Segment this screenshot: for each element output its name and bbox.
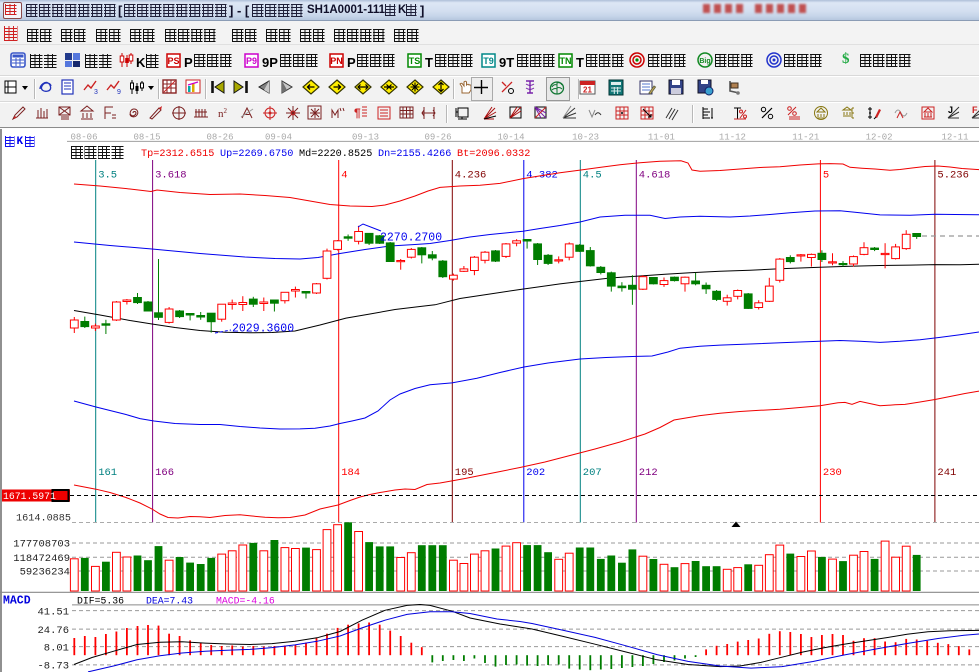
svg-text:P9: P9 [246, 56, 257, 66]
svg-text:TS: TS [409, 56, 421, 66]
svg-text:212: 212 [639, 467, 658, 479]
svg-text:T9: T9 [483, 56, 494, 66]
svg-text:161: 161 [98, 467, 117, 479]
svg-text:Md=2220.8525: Md=2220.8525 [299, 148, 372, 160]
svg-text:Bt=2096.0332: Bt=2096.0332 [457, 149, 530, 160]
svg-text:n2: n2 [218, 107, 228, 120]
svg-text:5: 5 [823, 170, 829, 182]
svg-text:21: 21 [583, 86, 592, 95]
svg-text:184: 184 [341, 467, 360, 479]
svg-text:5.236: 5.236 [937, 170, 969, 182]
svg-text:241: 241 [937, 467, 956, 479]
svg-text:Tp=2312.6515: Tp=2312.6515 [141, 149, 214, 160]
svg-text:PS: PS [167, 56, 179, 66]
svg-text:¶: ¶ [354, 106, 361, 120]
svg-text:41.51: 41.51 [37, 606, 69, 618]
svg-text:Up=2269.6750: Up=2269.6750 [220, 149, 293, 160]
svg-text:3.618: 3.618 [155, 170, 187, 182]
svg-text:F: F [972, 105, 978, 115]
svg-text:4.236: 4.236 [455, 170, 487, 182]
svg-text:4.5: 4.5 [583, 170, 602, 182]
svg-text:230: 230 [823, 467, 842, 479]
svg-text:3: 3 [94, 89, 98, 95]
svg-text:207: 207 [583, 467, 602, 479]
svg-text:1671.5971: 1671.5971 [3, 491, 56, 502]
svg-text:2270.2700: 2270.2700 [380, 232, 442, 245]
svg-text:Big: Big [699, 58, 710, 65]
svg-text:8.01: 8.01 [44, 642, 69, 654]
svg-text:177708703: 177708703 [13, 539, 70, 551]
svg-text:Dn=2155.4266: Dn=2155.4266 [378, 149, 451, 160]
svg-text:118472469: 118472469 [13, 553, 70, 565]
svg-text:4.618: 4.618 [639, 170, 671, 182]
svg-text:202: 202 [526, 467, 545, 479]
svg-text:2029.3600: 2029.3600 [232, 323, 294, 336]
svg-text:1614.0885: 1614.0885 [16, 514, 71, 525]
svg-text:4: 4 [341, 170, 347, 182]
svg-text:PN: PN [330, 56, 343, 66]
svg-text:9: 9 [117, 89, 121, 95]
svg-text:J: J [948, 105, 953, 115]
svg-text:3.5: 3.5 [98, 170, 117, 182]
svg-text:166: 166 [155, 467, 174, 479]
svg-text:MACD: MACD [3, 595, 31, 608]
svg-text:TN: TN [560, 56, 572, 66]
svg-text:24.76: 24.76 [37, 625, 69, 637]
svg-text:59236234: 59236234 [20, 567, 70, 579]
svg-text:-8.73: -8.73 [37, 661, 69, 672]
